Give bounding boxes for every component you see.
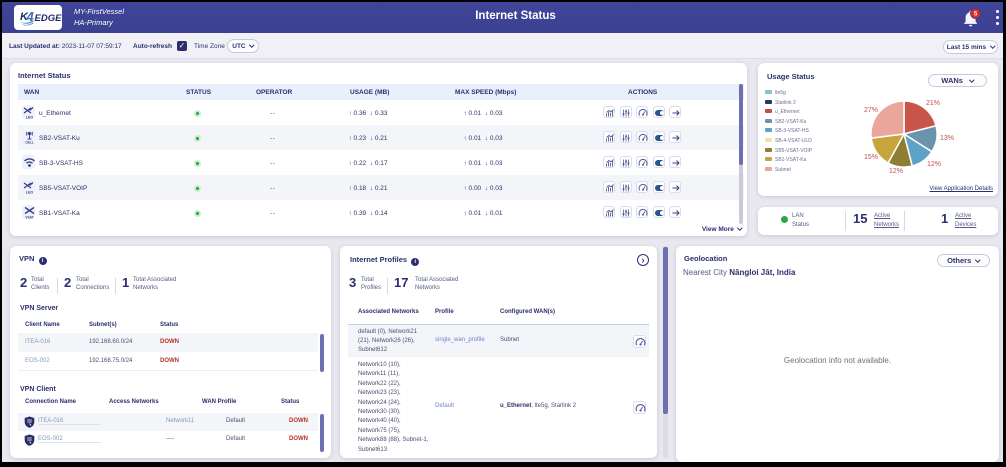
svg-text:LEO: LEO <box>26 116 33 120</box>
svg-text:VSAT: VSAT <box>25 216 33 220</box>
svg-text:CELL: CELL <box>25 141 33 145</box>
svg-text:LEO: LEO <box>26 191 33 195</box>
